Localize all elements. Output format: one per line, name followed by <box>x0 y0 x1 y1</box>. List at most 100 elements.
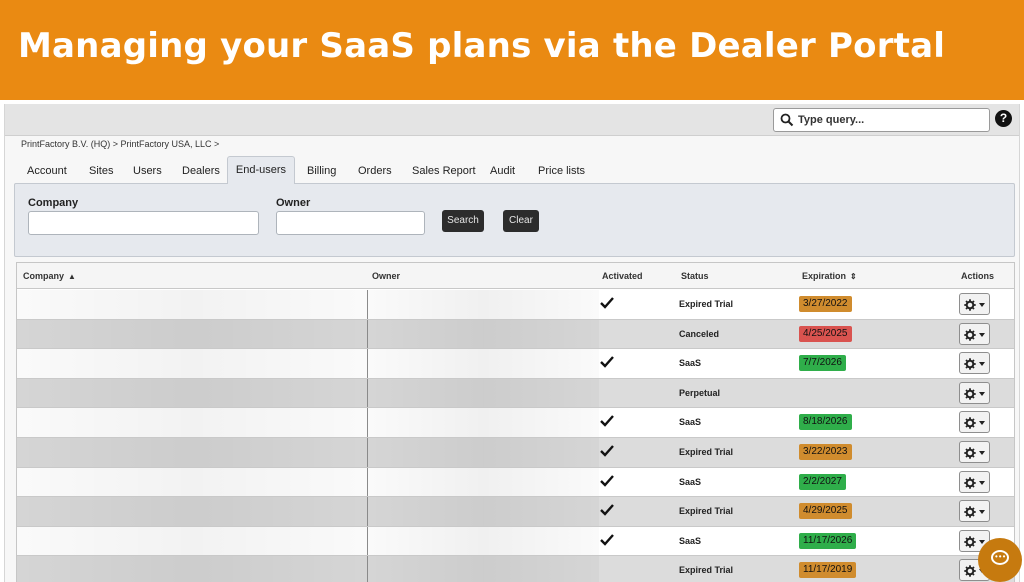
tab-orders[interactable]: Orders <box>358 160 392 184</box>
company-cell <box>17 349 367 378</box>
header-expiration[interactable]: Expiration ⇕ <box>802 271 857 281</box>
owner-cell <box>367 319 599 349</box>
search-button[interactable]: Search <box>442 210 484 232</box>
sort-asc-icon: ▲ <box>68 272 76 281</box>
table-row[interactable]: SaaS 11/17/2026 <box>17 526 1014 557</box>
header-activated[interactable]: Activated <box>602 271 643 281</box>
gear-icon <box>964 417 976 430</box>
end-users-table: Company ▲ Owner Activated Status Expirati… <box>16 262 1015 582</box>
owner-cell <box>367 349 599 378</box>
gear-icon <box>964 328 976 341</box>
expiration-badge: 11/17/2026 <box>799 532 857 549</box>
filter-panel: Company Owner Search Clear <box>14 183 1015 257</box>
company-filter-label: Company <box>28 197 79 209</box>
header-owner[interactable]: Owner <box>372 271 400 281</box>
slide-banner: Managing your SaaS plans via the Dealer … <box>0 0 1024 100</box>
caret-down-icon <box>979 451 985 455</box>
status-text: SaaS <box>679 476 702 487</box>
actions-button[interactable] <box>959 352 990 375</box>
checkmark-icon <box>600 504 614 516</box>
header-company[interactable]: Company ▲ <box>23 271 76 281</box>
caret-down-icon <box>979 332 985 337</box>
actions-button[interactable] <box>959 470 990 493</box>
table-row[interactable]: Expired Trial 4/29/2025 <box>17 497 1014 527</box>
actions-button[interactable] <box>959 500 990 523</box>
company-cell <box>17 408 367 437</box>
table-row[interactable]: Expired Trial 3/22/2023 <box>17 438 1014 468</box>
expiration-badge: 3/22/2023 <box>799 444 852 460</box>
owner-cell <box>367 497 599 526</box>
tab-audit[interactable]: Audit <box>490 160 515 184</box>
status-text: SaaS <box>679 358 702 369</box>
tab-users[interactable]: Users <box>133 160 162 184</box>
table-row[interactable]: Expired Trial 11/17/2019 <box>17 556 1014 582</box>
checkmark-icon <box>600 533 614 546</box>
header-actions: Actions <box>961 271 995 281</box>
table-row[interactable]: SaaS 7/7/2026 <box>17 349 1014 379</box>
checkmark-icon <box>600 474 614 487</box>
expiration-badge: 3/27/2022 <box>799 296 852 312</box>
status-text: SaaS <box>679 535 702 546</box>
tab-end-users[interactable]: End-users <box>227 156 295 184</box>
checkmark-icon <box>600 356 614 368</box>
actions-button[interactable] <box>959 322 990 345</box>
tab-bar: Account Sites Users Dealers End-users Bi… <box>15 156 1015 184</box>
chat-bubble-icon[interactable]: ••• <box>978 538 1022 582</box>
owner-filter-input[interactable] <box>276 211 425 235</box>
actions-button[interactable] <box>959 381 990 404</box>
caret-down-icon <box>979 421 985 426</box>
search-placeholder: Type query... <box>798 114 865 126</box>
owner-cell <box>367 526 599 556</box>
slide-title: Managing your SaaS plans via the Dealer … <box>18 26 946 66</box>
status-text: Expired Trial <box>679 299 734 309</box>
caret-down-icon <box>979 391 985 396</box>
table-row[interactable]: Expired Trial 3/27/2022 <box>17 290 1014 320</box>
owner-cell <box>367 290 599 319</box>
question-circle-icon[interactable]: ? <box>995 110 1012 127</box>
status-text: Expired Trial <box>679 447 734 457</box>
top-bar: Type query... ? <box>5 104 1019 136</box>
gear-icon <box>964 447 976 459</box>
expiration-badge: 8/18/2026 <box>799 414 852 431</box>
tab-sales-report[interactable]: Sales Report <box>412 160 476 184</box>
status-text: Expired Trial <box>679 506 734 517</box>
gear-icon <box>964 388 976 400</box>
table-row[interactable]: Canceled 4/25/2025 <box>17 319 1014 350</box>
expiration-badge: 11/17/2019 <box>799 562 857 579</box>
tab-price-lists[interactable]: Price lists <box>538 160 585 184</box>
caret-down-icon <box>979 362 985 367</box>
caret-down-icon <box>979 480 985 485</box>
dealer-portal-window: Type query... ? PrintFactory B.V. (HQ) >… <box>4 104 1020 582</box>
table-row[interactable]: SaaS 2/2/2027 <box>17 467 1014 498</box>
owner-cell <box>367 378 599 408</box>
actions-button[interactable] <box>959 411 990 434</box>
actions-button[interactable] <box>959 441 990 463</box>
owner-cell <box>367 438 599 467</box>
company-filter-input[interactable] <box>28 211 259 235</box>
tab-sites[interactable]: Sites <box>89 160 113 184</box>
table-row[interactable]: Perpetual <box>17 378 1014 409</box>
breadcrumb[interactable]: PrintFactory B.V. (HQ) > PrintFactory US… <box>21 139 219 149</box>
owner-cell <box>367 556 599 582</box>
checkmark-icon <box>600 415 614 428</box>
status-text: Perpetual <box>679 387 721 398</box>
gear-icon <box>964 536 976 548</box>
company-cell <box>17 467 367 497</box>
company-cell <box>17 556 367 582</box>
magnifier-icon <box>780 113 794 127</box>
search-input[interactable]: Type query... <box>773 108 990 132</box>
expiration-badge: 2/2/2027 <box>799 473 846 490</box>
sort-both-icon: ⇕ <box>850 272 857 281</box>
clear-button[interactable]: Clear <box>503 210 539 232</box>
tab-dealers[interactable]: Dealers <box>182 160 220 184</box>
owner-cell <box>367 408 599 437</box>
tab-account[interactable]: Account <box>27 160 67 184</box>
company-cell <box>17 438 367 467</box>
status-text: Expired Trial <box>679 565 734 576</box>
actions-button[interactable] <box>959 293 990 315</box>
status-text: Canceled <box>679 328 720 339</box>
table-row[interactable]: SaaS 8/18/2026 <box>17 408 1014 438</box>
table-header: Company ▲ Owner Activated Status Expirati… <box>17 263 1014 289</box>
tab-billing[interactable]: Billing <box>307 160 336 184</box>
header-status[interactable]: Status <box>681 271 709 281</box>
